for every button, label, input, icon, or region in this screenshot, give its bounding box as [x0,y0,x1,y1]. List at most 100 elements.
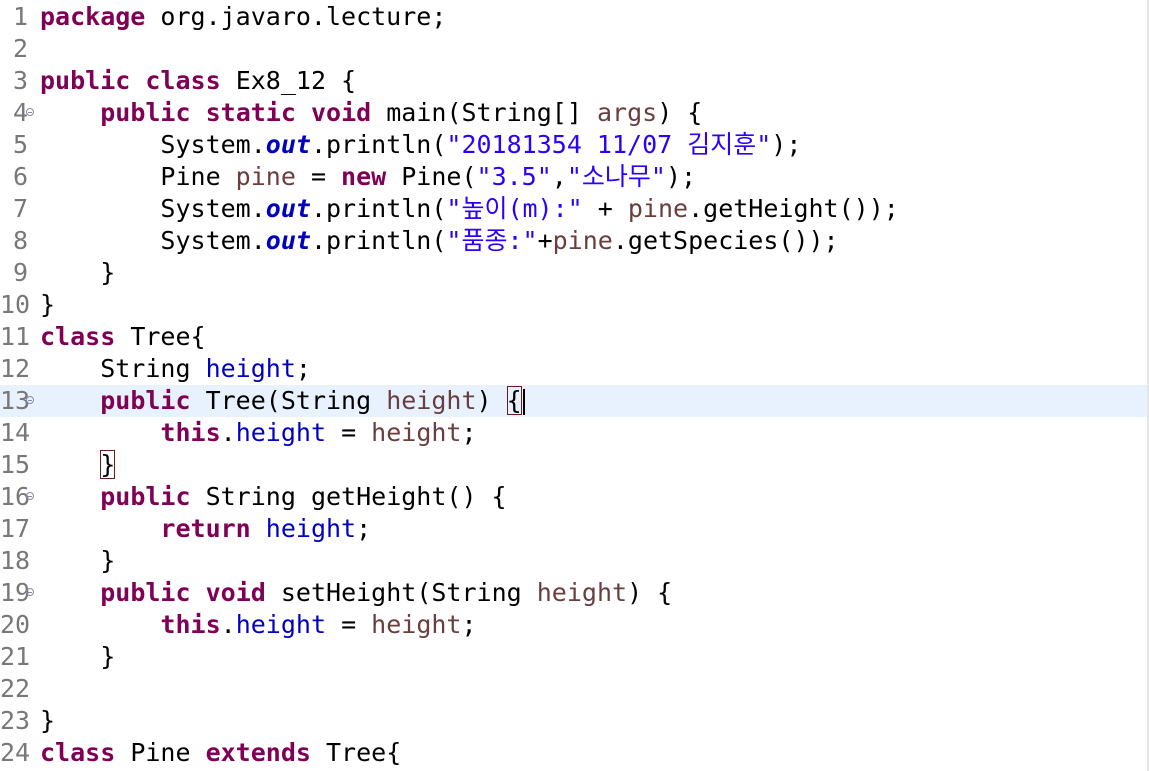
code-line[interactable]: 10} [0,289,1147,321]
line-number: 10 [0,290,31,319]
matching-bracket: } [100,450,116,479]
code-token: = [326,610,372,639]
code-text[interactable]: class Pine extends Tree{ [40,737,401,769]
code-token: static [205,98,296,127]
code-text[interactable]: this.height = height; [40,609,477,641]
code-line[interactable]: 21 } [0,641,1147,673]
code-line[interactable]: 23} [0,705,1147,737]
code-token: pine [552,226,613,255]
code-line[interactable]: 22 [0,673,1147,705]
line-number: 1 [12,2,28,31]
collapse-fold-icon[interactable] [26,588,34,596]
code-token: ; [461,418,477,447]
code-text[interactable]: System.out.println("20181354 11/07 김지훈")… [40,129,801,161]
code-line[interactable]: 24 class Pine extends Tree{ [0,737,1147,769]
code-line[interactable]: 6 Pine pine = new Pine("3.5","소나무"); [0,161,1147,193]
matching-bracket: { [506,386,522,415]
code-text[interactable]: } [40,257,115,289]
code-line[interactable]: 17 return height; [0,513,1147,545]
code-token: class [40,738,116,767]
code-text[interactable]: public void setHeight(String height) { [40,577,672,609]
code-line[interactable]: 20 this.height = height; [0,609,1147,641]
line-number: 6 [12,162,28,191]
code-token: = [295,162,342,191]
line-number: 23 [0,706,31,735]
code-token: Pine( [386,162,477,191]
code-text[interactable]: } [40,289,55,321]
code-line[interactable]: 5 System.out.println("20181354 11/07 김지훈… [0,129,1147,161]
code-token: class [40,322,116,351]
code-token: class [145,66,221,95]
code-text[interactable]: public String getHeight() { [40,481,507,513]
code-line[interactable]: 1 package org.javaro.lecture; [0,1,1147,33]
code-token: "20181354 11/07 김지훈" [446,130,772,159]
code-token: .println( [310,226,447,255]
code-line[interactable]: 18 } [0,545,1147,577]
code-token: } [40,546,116,575]
code-text[interactable]: public static void main(String[] args) { [40,97,702,129]
code-line[interactable]: 3 public class Ex8_12 { [0,65,1147,97]
code-text[interactable]: } [40,705,55,737]
code-line[interactable]: 16 public String getHeight() { [0,481,1147,513]
code-token: void [310,98,372,127]
code-token: } [40,290,56,319]
line-number: 3 [12,66,28,95]
code-line[interactable]: 15 } [0,449,1147,481]
collapse-fold-icon[interactable] [26,492,34,500]
code-token: ; [461,610,477,639]
code-text[interactable]: class Tree{ [40,321,206,353]
current-code-line[interactable]: 13 public Tree(String height) { [0,385,1147,417]
line-number: 16 [0,482,31,511]
code-text[interactable]: this.height = height; [40,417,477,449]
code-token: out [265,226,311,255]
code-text[interactable]: package org.javaro.lecture; [40,1,446,33]
line-number: 24 [0,738,31,767]
code-token: Tree{ [310,738,402,767]
code-line[interactable]: 2 [0,33,1147,65]
code-token: ; [356,514,372,543]
line-number: 22 [0,674,31,703]
code-text[interactable]: System.out.println("품종:"+pine.getSpecies… [40,225,838,257]
text-cursor [522,389,525,415]
code-text[interactable]: String height; [40,353,311,385]
line-number: 14 [0,418,31,447]
code-token: height [371,610,462,639]
code-line[interactable]: 4 public static void main(String[] args)… [0,97,1147,129]
code-line[interactable]: 19 public void setHeight(String height) … [0,577,1147,609]
code-token: = [326,418,372,447]
code-line[interactable]: 14 this.height = height; [0,417,1147,449]
code-editor[interactable]: 1 package org.javaro.lecture; 2 3 public cla… [0,0,1149,771]
code-token: System. [40,130,266,159]
code-token: setHeight(String [265,578,537,607]
code-line[interactable]: 12 String height; [0,353,1147,385]
line-number: 21 [0,642,31,671]
code-token: public [100,98,191,127]
code-line[interactable]: 8 System.out.println("품종:"+pine.getSpeci… [0,225,1147,257]
code-token: . [220,418,236,447]
code-text[interactable]: System.out.println("높이(m):" + pine.getHe… [40,193,898,225]
code-text[interactable]: Pine pine = new Pine("3.5","소나무"); [40,161,696,193]
code-token: height [386,386,477,415]
line-number: 20 [0,610,31,639]
code-line[interactable]: 9 } [0,257,1147,289]
code-token: System. [40,226,266,255]
code-text[interactable]: } [40,449,116,481]
code-token: String getHeight() { [190,482,507,511]
code-token: this [160,418,221,447]
code-text[interactable]: public class Ex8_12 { [40,65,356,97]
code-text[interactable]: public Tree(String height) { [40,385,525,417]
code-text[interactable]: } [40,641,115,673]
collapse-fold-icon[interactable] [26,396,34,404]
code-text[interactable]: return height; [40,513,371,545]
collapse-fold-icon[interactable] [26,108,34,116]
code-token: Pine [115,738,206,767]
code-line[interactable]: 7 System.out.println("높이(m):" + pine.get… [0,193,1147,225]
code-text[interactable]: } [40,545,115,577]
code-line[interactable]: 11 class Tree{ [0,321,1147,353]
